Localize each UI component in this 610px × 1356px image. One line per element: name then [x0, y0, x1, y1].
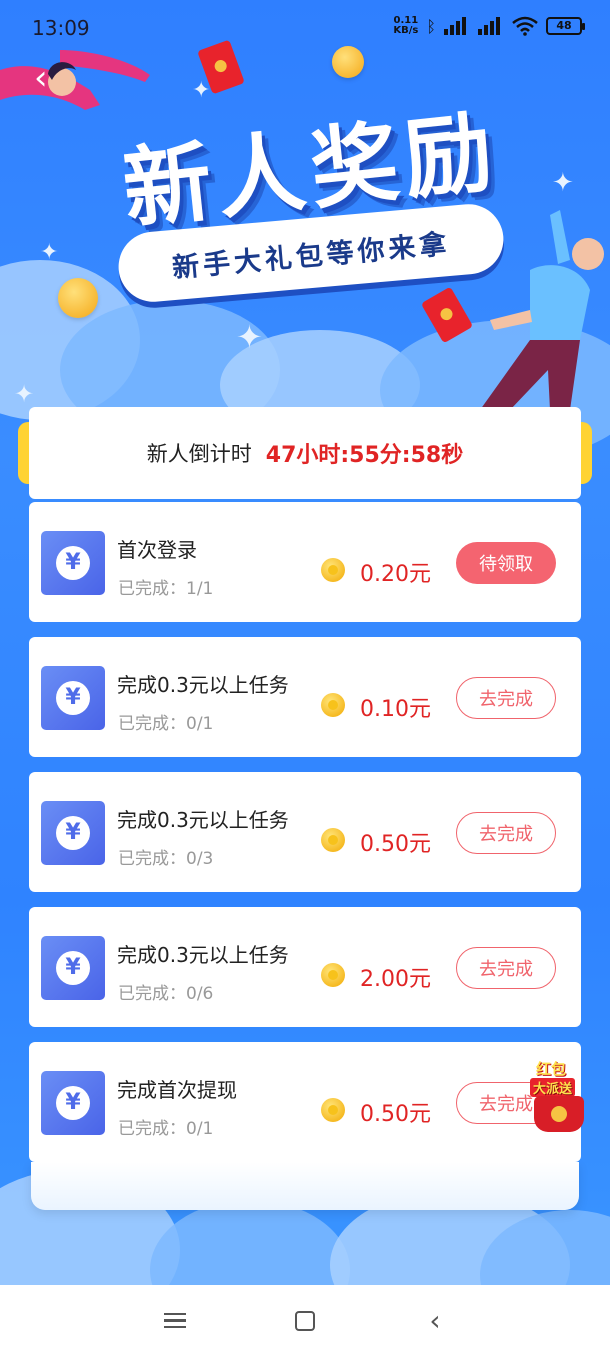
countdown-card: 新人倒计时 47小时:55分:58秒 — [29, 407, 581, 499]
coin-icon — [321, 828, 345, 852]
menu-icon — [164, 1309, 186, 1333]
sparkle-icon: ✦ — [14, 380, 35, 408]
task-reward: 0.20元 — [360, 562, 431, 587]
yen-icon: ¥ — [56, 951, 90, 985]
task-card: ¥ 完成0.3元以上任务 已完成：0/6 2.00元 去完成 — [29, 907, 581, 1027]
app-screen: ✦ ✦ ✦ ✦ ✦ 13:09 0.11 KB/s ᛒ 48 ‹ 新人奖励 新手… — [0, 0, 610, 1285]
task-progress: 已完成：1/1 — [118, 579, 214, 599]
yen-icon: ¥ — [56, 681, 90, 715]
task-card: ¥ 首次登录 已完成：1/1 0.20元 待领取 — [29, 502, 581, 622]
hongbao-badge-title: 红包 — [536, 1060, 567, 1078]
coin-icon — [321, 558, 345, 582]
task-icon-tile: ¥ — [41, 531, 105, 595]
task-title: 完成0.3元以上任务 — [117, 673, 289, 697]
red-envelope-icon — [534, 1096, 584, 1132]
task-card: ¥ 完成0.3元以上任务 已完成：0/1 0.10元 去完成 — [29, 637, 581, 757]
task-title: 完成0.3元以上任务 — [117, 943, 289, 967]
task-card: ¥ 完成0.3元以上任务 已完成：0/3 0.50元 去完成 — [29, 772, 581, 892]
banner-subtitle: 新手大礼包等你来拿 — [170, 228, 452, 284]
task-progress: 已完成：0/1 — [118, 714, 214, 734]
menu-nav-button[interactable] — [155, 1301, 195, 1341]
back-nav-button[interactable]: ‹ — [415, 1301, 455, 1341]
yen-icon: ¥ — [56, 1086, 90, 1120]
home-icon — [295, 1310, 315, 1331]
status-bar: 13:09 0.11 KB/s ᛒ 48 — [0, 0, 610, 56]
task-title: 首次登录 — [117, 538, 197, 562]
yen-icon: ¥ — [56, 816, 90, 850]
network-speed: 0.11 KB/s — [393, 15, 419, 36]
hongbao-badge[interactable]: 红包 大派送 — [526, 1058, 590, 1134]
task-icon-tile: ¥ — [41, 666, 105, 730]
claim-button[interactable]: 待领取 — [456, 542, 556, 584]
home-nav-button[interactable] — [285, 1301, 325, 1341]
task-reward: 0.10元 — [360, 697, 431, 722]
coin-icon — [58, 278, 98, 318]
coin-icon — [321, 963, 345, 987]
yen-icon: ¥ — [56, 546, 90, 580]
task-progress: 已完成：0/6 — [118, 984, 214, 1004]
battery-icon: 48 — [546, 17, 585, 35]
task-progress: 已完成：0/3 — [118, 849, 214, 869]
task-icon-tile: ¥ — [41, 801, 105, 865]
chevron-left-icon[interactable]: ‹ — [34, 58, 48, 98]
system-nav-bar: ‹ — [0, 1285, 610, 1356]
status-time: 13:09 — [32, 16, 90, 40]
sparkle-icon: ✦ — [236, 318, 263, 356]
task-reward: 0.50元 — [360, 1102, 431, 1127]
task-list: ¥ 首次登录 已完成：1/1 0.20元 待领取 ¥ 完成0.3元以上任务 已完… — [29, 502, 581, 1177]
task-title: 完成首次提现 — [117, 1078, 237, 1102]
go-complete-button[interactable]: 去完成 — [456, 947, 556, 989]
sparkle-icon: ✦ — [552, 168, 574, 198]
task-icon-tile: ¥ — [41, 936, 105, 1000]
status-icons: 0.11 KB/s ᛒ 48 — [393, 15, 585, 36]
sparkle-icon: ✦ — [40, 240, 59, 265]
task-reward: 2.00元 — [360, 967, 431, 992]
coin-icon — [321, 1098, 345, 1122]
go-complete-button[interactable]: 去完成 — [456, 677, 556, 719]
countdown-label: 新人倒计时 — [146, 442, 252, 466]
task-icon-tile: ¥ — [41, 1071, 105, 1135]
signal-icon — [478, 17, 504, 35]
task-card: ¥ 完成首次提现 已完成：0/1 0.50元 去完成 — [29, 1042, 581, 1162]
go-complete-button[interactable]: 去完成 — [456, 812, 556, 854]
task-reward: 0.50元 — [360, 832, 431, 857]
hongbao-badge-subtitle: 大派送 — [530, 1078, 576, 1097]
coin-icon — [321, 693, 345, 717]
wifi-icon — [512, 16, 538, 36]
task-progress: 已完成：0/1 — [118, 1119, 214, 1139]
bluetooth-icon: ᛒ — [426, 16, 436, 36]
cloud-decoration — [150, 1200, 350, 1285]
task-title: 完成0.3元以上任务 — [117, 808, 289, 832]
signal-icon — [444, 17, 470, 35]
back-icon: ‹ — [429, 1304, 441, 1337]
countdown-value: 47小时:55分:58秒 — [265, 443, 464, 468]
